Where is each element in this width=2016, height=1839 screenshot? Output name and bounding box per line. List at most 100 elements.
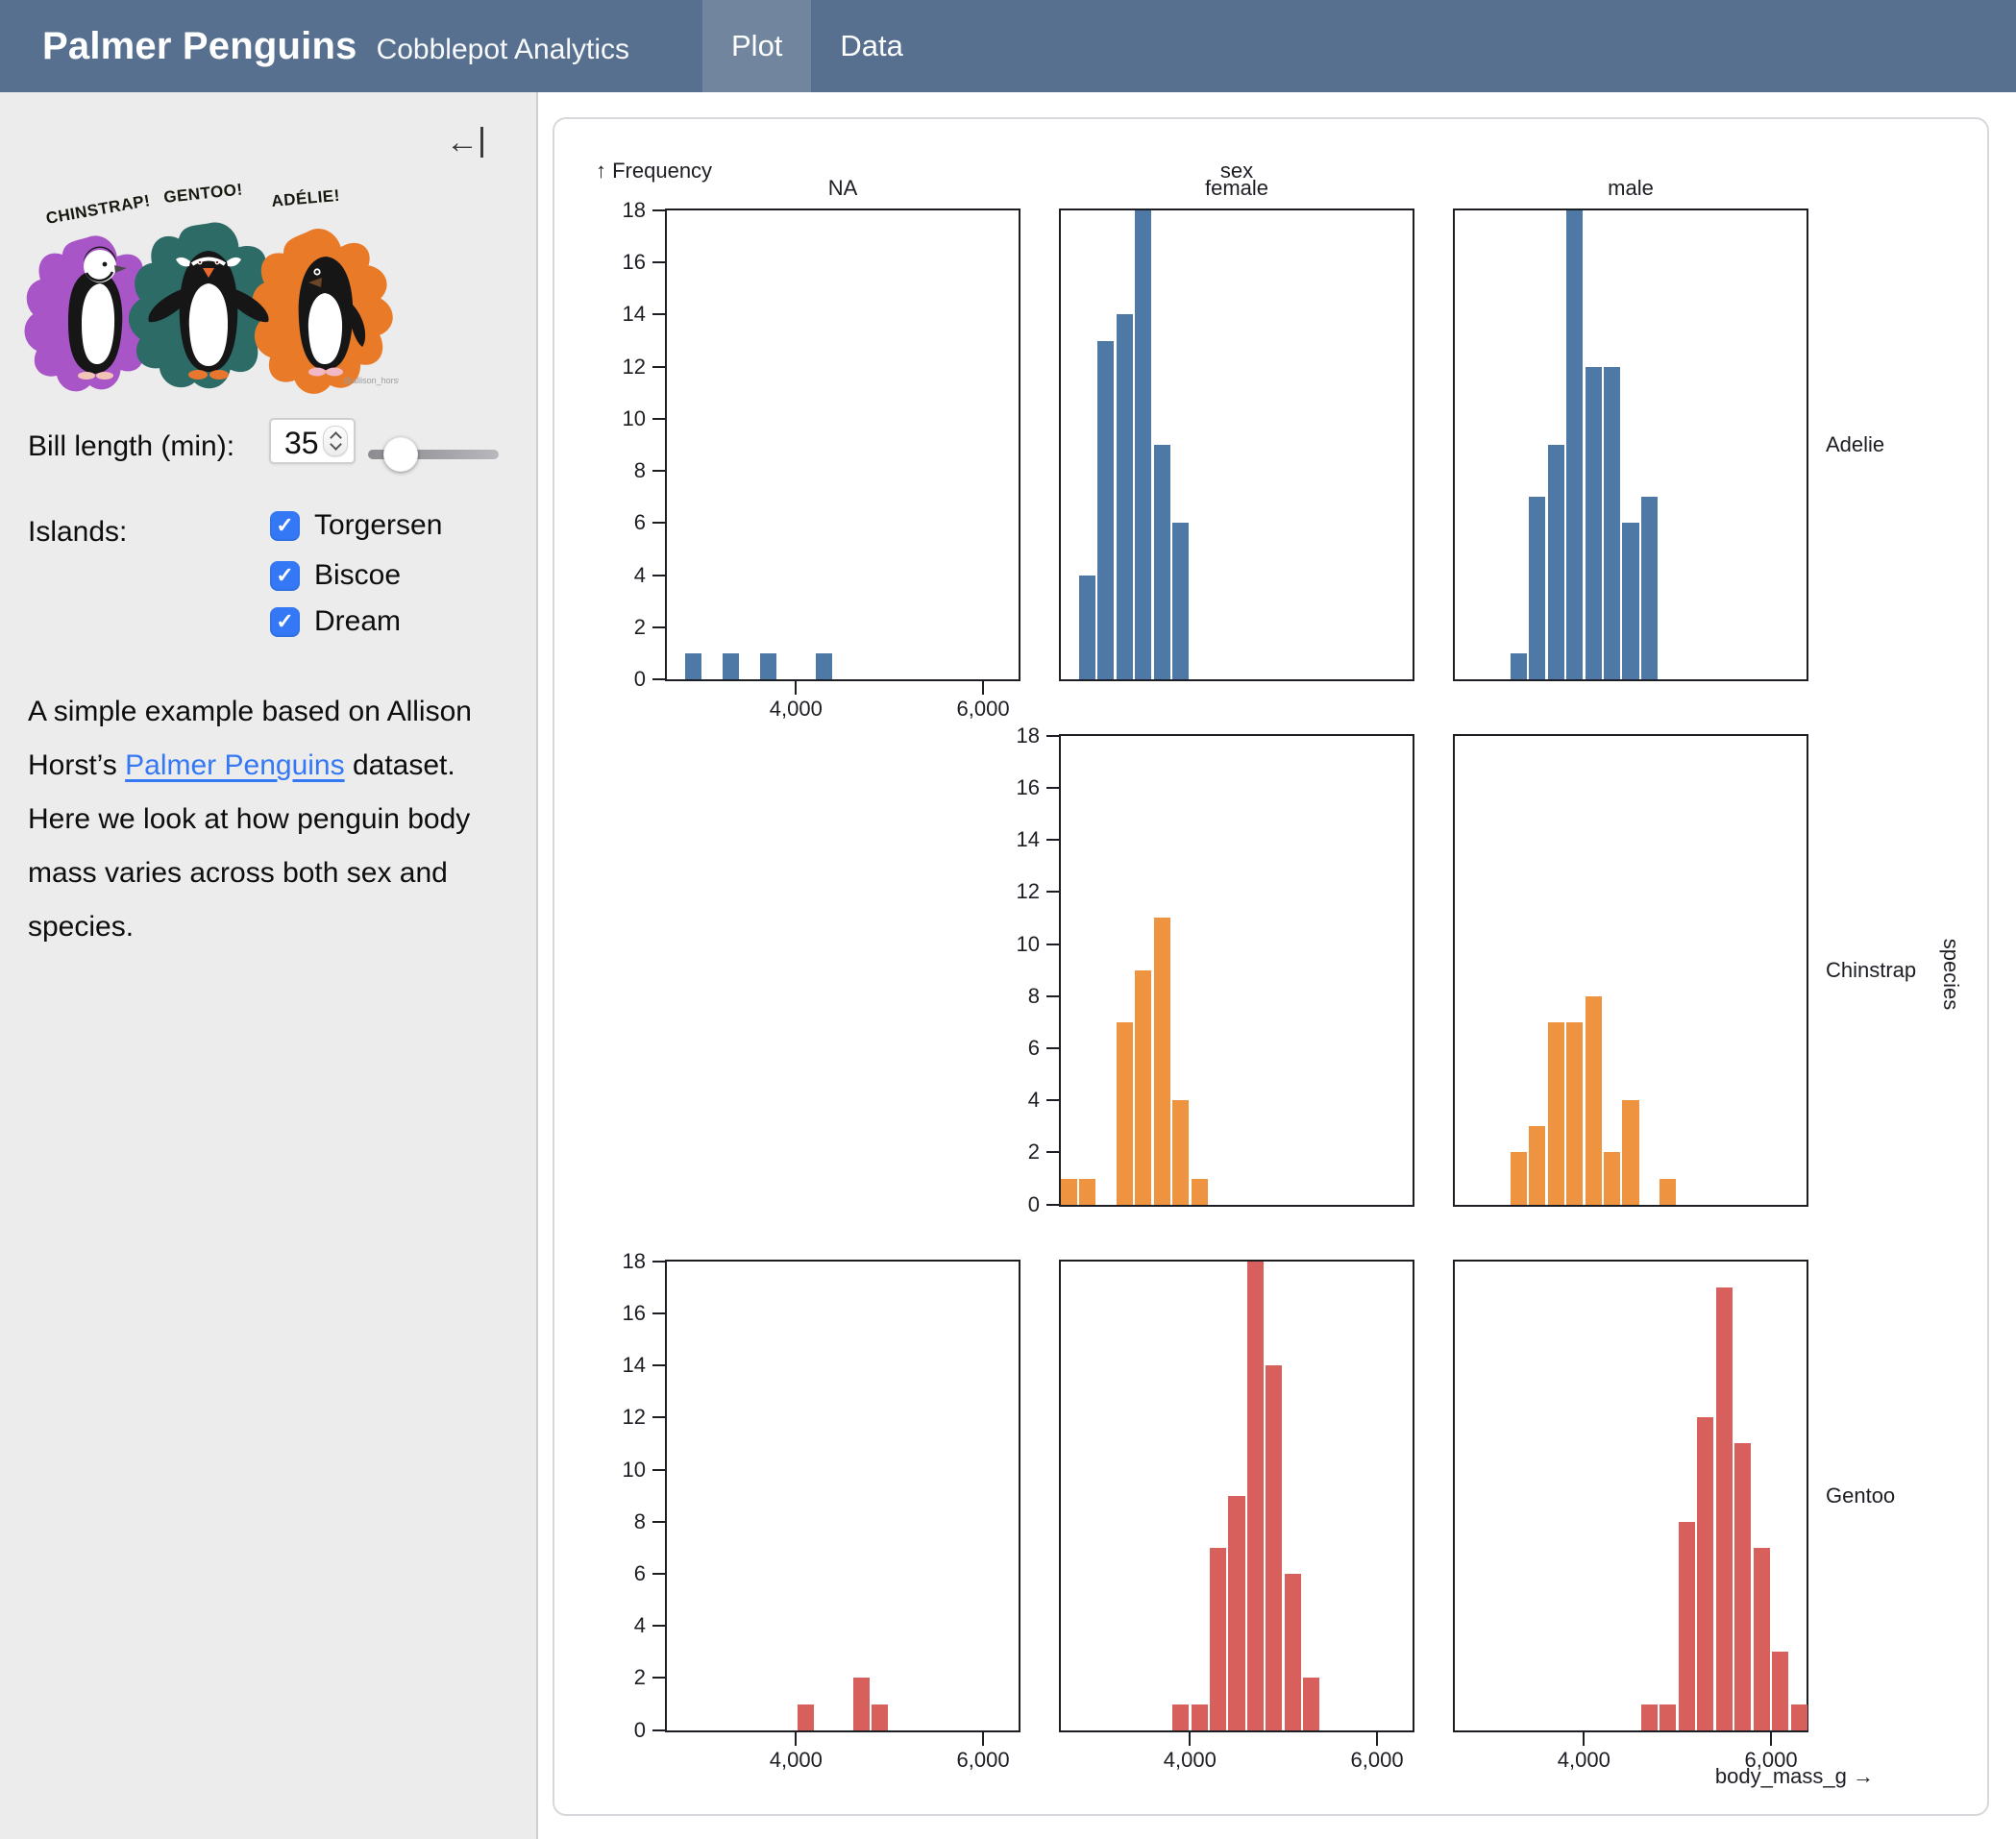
- y-tick-label: 14: [580, 1353, 646, 1378]
- y-tick-label: 2: [974, 1140, 1040, 1165]
- y-tick-label: 16: [580, 1301, 646, 1326]
- histogram-bar: [1192, 1704, 1208, 1730]
- y-tick-mark: [652, 418, 665, 420]
- y-tick-label: 12: [580, 355, 646, 380]
- bill-length-value: 35: [284, 426, 319, 461]
- y-tick-mark: [1046, 1151, 1059, 1153]
- y-tick-label: 0: [580, 667, 646, 692]
- y-tick-mark: [652, 575, 665, 576]
- app-title: Palmer Penguins: [42, 25, 357, 68]
- y-tick-mark: [652, 522, 665, 524]
- histogram-bar: [853, 1678, 870, 1729]
- y-tick-mark: [1046, 891, 1059, 893]
- y-tick-label: 2: [580, 1665, 646, 1690]
- y-tick-label: 16: [974, 775, 1040, 800]
- y-tick-label: 2: [580, 615, 646, 640]
- y-tick-mark: [652, 1416, 665, 1418]
- bar-glyph: [480, 127, 483, 158]
- histogram-bar: [1529, 1126, 1545, 1204]
- x-tick-mark: [795, 1732, 797, 1746]
- x-tick-mark: [1770, 1732, 1772, 1746]
- y-tick-mark: [652, 366, 665, 368]
- x-tick-label: 4,000: [738, 1748, 853, 1773]
- collapse-sidebar-icon[interactable]: ←: [446, 127, 483, 158]
- y-tick-mark: [1046, 787, 1059, 789]
- histogram-bar: [1622, 523, 1638, 679]
- checkbox-row-biscoe[interactable]: ✓ Biscoe: [270, 559, 401, 592]
- checkbox-torgersen[interactable]: ✓: [270, 511, 300, 541]
- y-tick-mark: [1046, 839, 1059, 841]
- histogram-bar: [1303, 1678, 1319, 1729]
- y-tick-mark: [652, 1261, 665, 1263]
- checkbox-label: Torgersen: [314, 509, 442, 542]
- y-tick-mark: [1046, 1099, 1059, 1101]
- histogram-bar: [1586, 367, 1602, 679]
- facet-col-label-female: female: [1160, 176, 1314, 201]
- y-tick-mark: [652, 261, 665, 263]
- x-tick-mark: [1376, 1732, 1378, 1746]
- x-tick-label: 4,000: [1132, 1748, 1247, 1773]
- x-tick-mark: [982, 1732, 984, 1746]
- facet-panel-Adelie-NA: [665, 208, 1020, 681]
- histogram-bar: [685, 653, 701, 679]
- histogram-bar: [1172, 523, 1189, 679]
- tab-data[interactable]: Data: [811, 0, 931, 92]
- histogram-bar: [760, 653, 776, 679]
- histogram-bar: [1660, 1179, 1676, 1205]
- x-tick-label: 4,000: [738, 697, 853, 722]
- x-tick-label: 6,000: [925, 1748, 1041, 1773]
- histogram-bar: [1511, 653, 1527, 679]
- y-tick-label: 0: [580, 1718, 646, 1743]
- facet-col-label-male: male: [1554, 176, 1708, 201]
- islands-label: Islands:: [28, 516, 127, 549]
- facet-row-title: species: [1938, 939, 1963, 1011]
- y-tick-mark: [652, 1469, 665, 1471]
- histogram-bar: [1566, 210, 1583, 679]
- y-tick-label: 8: [580, 1509, 646, 1534]
- checkbox-biscoe[interactable]: ✓: [270, 561, 300, 591]
- app-subtitle: Cobblepot Analytics: [377, 34, 630, 66]
- y-tick-label: 18: [580, 1249, 646, 1274]
- y-tick-mark: [652, 470, 665, 472]
- histogram-bar: [1679, 1522, 1695, 1730]
- y-tick-label: 4: [580, 1613, 646, 1638]
- histogram-bar: [1117, 1022, 1133, 1205]
- checkbox-row-dream[interactable]: ✓ Dream: [270, 605, 401, 638]
- y-tick-label: 6: [580, 1561, 646, 1586]
- y-tick-mark: [652, 209, 665, 211]
- histogram-bar: [1529, 497, 1545, 679]
- facet-panel-Chinstrap-female: [1059, 734, 1414, 1207]
- facet-histogram-chart: ↑ Frequencybody_mass_g →sexNAfemalemaleA…: [554, 119, 1987, 1814]
- bill-length-input[interactable]: 35: [269, 418, 356, 464]
- checkbox-dream[interactable]: ✓: [270, 607, 300, 637]
- x-tick-label: 6,000: [1713, 1748, 1829, 1773]
- y-tick-label: 12: [580, 1405, 646, 1430]
- left-arrow-glyph: ←: [446, 128, 479, 157]
- y-tick-label: 8: [580, 458, 646, 483]
- y-tick-mark: [652, 626, 665, 628]
- y-tick-label: 14: [974, 827, 1040, 852]
- facet-panel-Gentoo-NA: [665, 1260, 1020, 1732]
- y-tick-label: 4: [974, 1088, 1040, 1113]
- y-tick-mark: [1046, 995, 1059, 997]
- histogram-bar: [798, 1704, 814, 1730]
- checkbox-row-torgersen[interactable]: ✓ Torgersen: [270, 509, 442, 542]
- palmer-penguins-link[interactable]: Palmer Penguins: [125, 749, 344, 781]
- facet-panel-Gentoo-female: [1059, 1260, 1414, 1732]
- y-tick-label: 10: [580, 406, 646, 431]
- bill-length-slider[interactable]: [368, 433, 499, 476]
- label-adelie: ADÉLIE!: [271, 186, 341, 210]
- y-tick-mark: [652, 1729, 665, 1731]
- facet-row-label-Adelie: Adelie: [1826, 432, 1884, 457]
- penguins-artwork: CHINSTRAP! GENTOO! ADÉLIE! @allison_hors…: [20, 168, 399, 395]
- number-stepper[interactable]: [323, 426, 348, 456]
- histogram-bar: [1079, 1179, 1095, 1205]
- tab-plot[interactable]: Plot: [702, 0, 811, 92]
- slider-handle[interactable]: [383, 437, 418, 472]
- histogram-bar: [1097, 341, 1114, 679]
- y-tick-mark: [652, 1364, 665, 1366]
- y-tick-label: 6: [974, 1036, 1040, 1061]
- histogram-bar: [1697, 1417, 1713, 1729]
- histogram-bar: [1511, 1152, 1527, 1204]
- histogram-bar: [1079, 576, 1095, 679]
